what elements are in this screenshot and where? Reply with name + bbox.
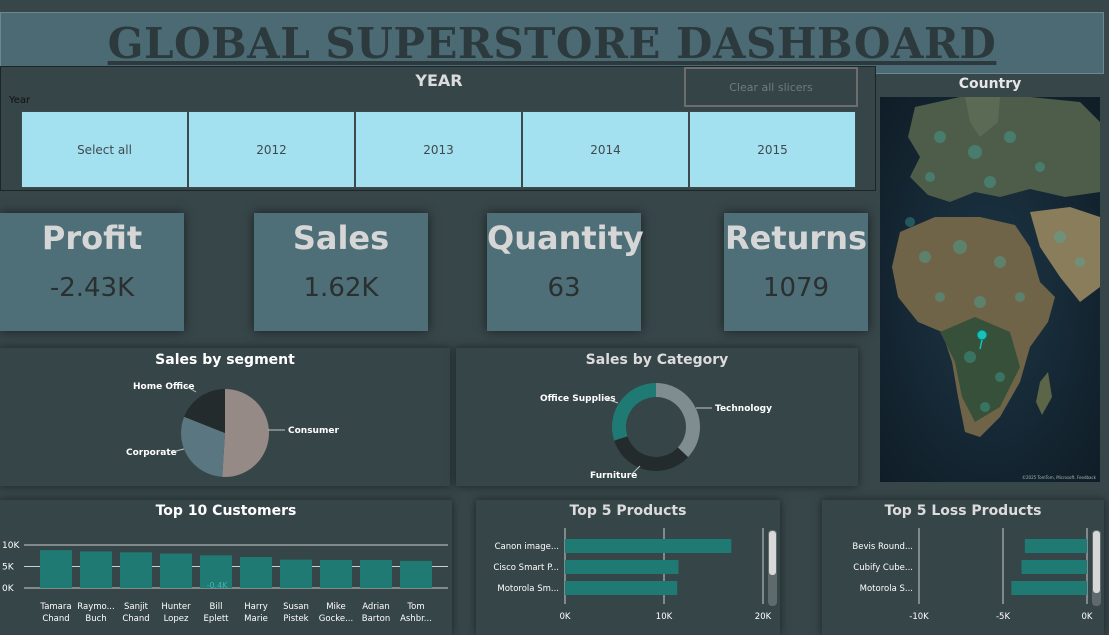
sales-by-category-chart: Office Supplies Technology Furniture [540,383,772,481]
customer-label: Bill Eplett [203,602,229,624]
product-xtick: 20K [755,612,772,622]
product-xtick: 10K [656,612,673,622]
customer-label: Tamara Chand [39,602,71,624]
customer-bar[interactable] [160,553,192,588]
loss-product-label: Motorola S... [860,584,913,594]
kpi-profit-label: Profit [41,219,143,257]
top-customers-card: Top 10 Customers 10K 5K 0K Tamara Chand Raym… [0,500,452,635]
product-label: Canon image... [495,542,559,552]
customer-bar[interactable] [320,560,352,588]
kpi-card-profit: Profit -2.43K [0,213,184,331]
customers-annotation: -0.4K [207,581,229,590]
customer-label: Hunter Lopez [161,602,191,624]
country-map[interactable]: ©2025 TomTom, Microsoft. Feedback [880,97,1100,482]
kpi-card-sales: Sales 1.62K [254,213,428,331]
customer-label: Mike Gocke... [319,602,353,624]
segment-label-home-office: Home Office [133,382,194,392]
year-option-select-all[interactable]: Select all [21,111,188,188]
top-products-scrollbar[interactable] [768,530,777,606]
category-label-office-supplies: Office Supplies [540,394,616,404]
customer-label: Adrian Barton [362,602,390,624]
customer-label: Raymo... Buch [77,602,114,624]
product-label: Motorola Sm... [497,584,559,594]
loss-product-xtick: 0K [1082,612,1093,622]
top-products-scroll-thumb[interactable] [768,530,777,576]
sales-by-segment-card: Sales by segment Home Office Corporate C… [0,348,450,486]
product-bar[interactable] [565,539,732,553]
kpi-card-quantity: Quantity 63 [487,213,644,331]
product-xtick: 0K [560,612,571,622]
top-loss-products-scrollbar[interactable] [1092,530,1101,606]
kpi-sales-value: 1.62K [303,273,379,303]
customer-label: Harry Marie [244,602,268,624]
country-map-title: Country [958,76,1022,92]
map-attribution: ©2025 TomTom, Microsoft. Feedback [1021,475,1096,480]
sales-by-segment-chart: Home Office Corporate Consumer [126,382,339,477]
customer-label: Susan Pistek [283,602,309,624]
map-graphic [880,97,1100,482]
year-option-2012[interactable]: 2012 [188,111,355,188]
top-loss-products-scroll-thumb[interactable] [1092,530,1101,594]
customer-bar[interactable] [400,560,432,588]
dashboard-title: GLOBAL SUPERSTORE DASHBOARD [107,18,997,68]
year-field-label: Year [9,95,31,106]
loss-product-bar[interactable] [1024,539,1087,553]
year-slicer-panel: YEAR Year Clear all slicers Select all 2… [0,66,876,191]
dashboard-title-bar: GLOBAL SUPERSTORE DASHBOARD [0,12,1104,74]
customer-label: Tom Ashbr... [400,602,432,624]
category-slice-technology[interactable] [656,383,700,458]
loss-product-label: Bevis Round... [852,542,913,552]
sales-by-category-card: Sales by Category Office Supplies Techno… [456,348,858,486]
category-label-furniture: Furniture [590,471,637,481]
top-loss-products-chart: Bevis Round... Cubify Cube... Motorola S..… [852,528,1093,622]
product-label: Cisco Smart P... [493,563,559,573]
customer-bar[interactable] [40,550,72,588]
customer-bar[interactable] [120,552,152,588]
loss-product-label: Cubify Cube... [853,563,913,573]
kpi-quantity-value: 63 [547,273,581,303]
customer-bar[interactable] [280,559,312,588]
customer-bar[interactable] [360,560,392,588]
customers-ytick: 10K [2,541,20,551]
category-label-technology: Technology [715,404,772,414]
customers-ytick: 0K [2,584,15,594]
kpi-returns-label: Returns [724,219,868,257]
top-products-card: Top 5 Products Canon image... Cisco Smart… [476,500,780,635]
product-bar[interactable] [565,581,678,595]
kpi-profit-value: -2.43K [49,273,135,303]
category-slice-furniture[interactable] [614,436,689,471]
top-products-chart: Canon image... Cisco Smart P... Motorola S… [493,528,772,622]
loss-product-xtick: -10K [909,612,929,622]
customer-bar[interactable] [80,551,112,588]
year-option-2014[interactable]: 2014 [522,111,689,188]
loss-product-xtick: -5K [996,612,1010,622]
customers-ytick: 5K [2,563,15,573]
loss-product-bar[interactable] [1011,581,1087,595]
customer-label: Sanjit Chand [122,602,149,624]
year-option-2013[interactable]: 2013 [355,111,522,188]
year-slicer-tiles: Select all 2012 2013 2014 2015 [21,111,856,188]
top-customers-chart: 10K 5K 0K Tamara Chand Raymo... Buch Sanjit Cha… [2,541,448,624]
customer-bar[interactable] [240,557,272,588]
segment-label-consumer: Consumer [288,426,339,436]
kpi-card-returns: Returns 1079 [724,213,868,331]
loss-product-bar[interactable] [1021,560,1087,574]
segment-slice-consumer[interactable] [222,389,269,477]
clear-slicers-button[interactable]: Clear all slicers [684,67,858,107]
year-option-2015[interactable]: 2015 [689,111,856,188]
top-loss-products-card: Top 5 Loss Products Bevis Round... Cubify… [822,500,1104,635]
kpi-sales-label: Sales [292,219,390,257]
kpi-returns-value: 1079 [762,273,830,303]
product-bar[interactable] [565,560,679,574]
kpi-quantity-label: Quantity [487,219,644,257]
segment-label-corporate: Corporate [126,448,177,458]
category-slice-office-supplies[interactable] [612,383,656,441]
